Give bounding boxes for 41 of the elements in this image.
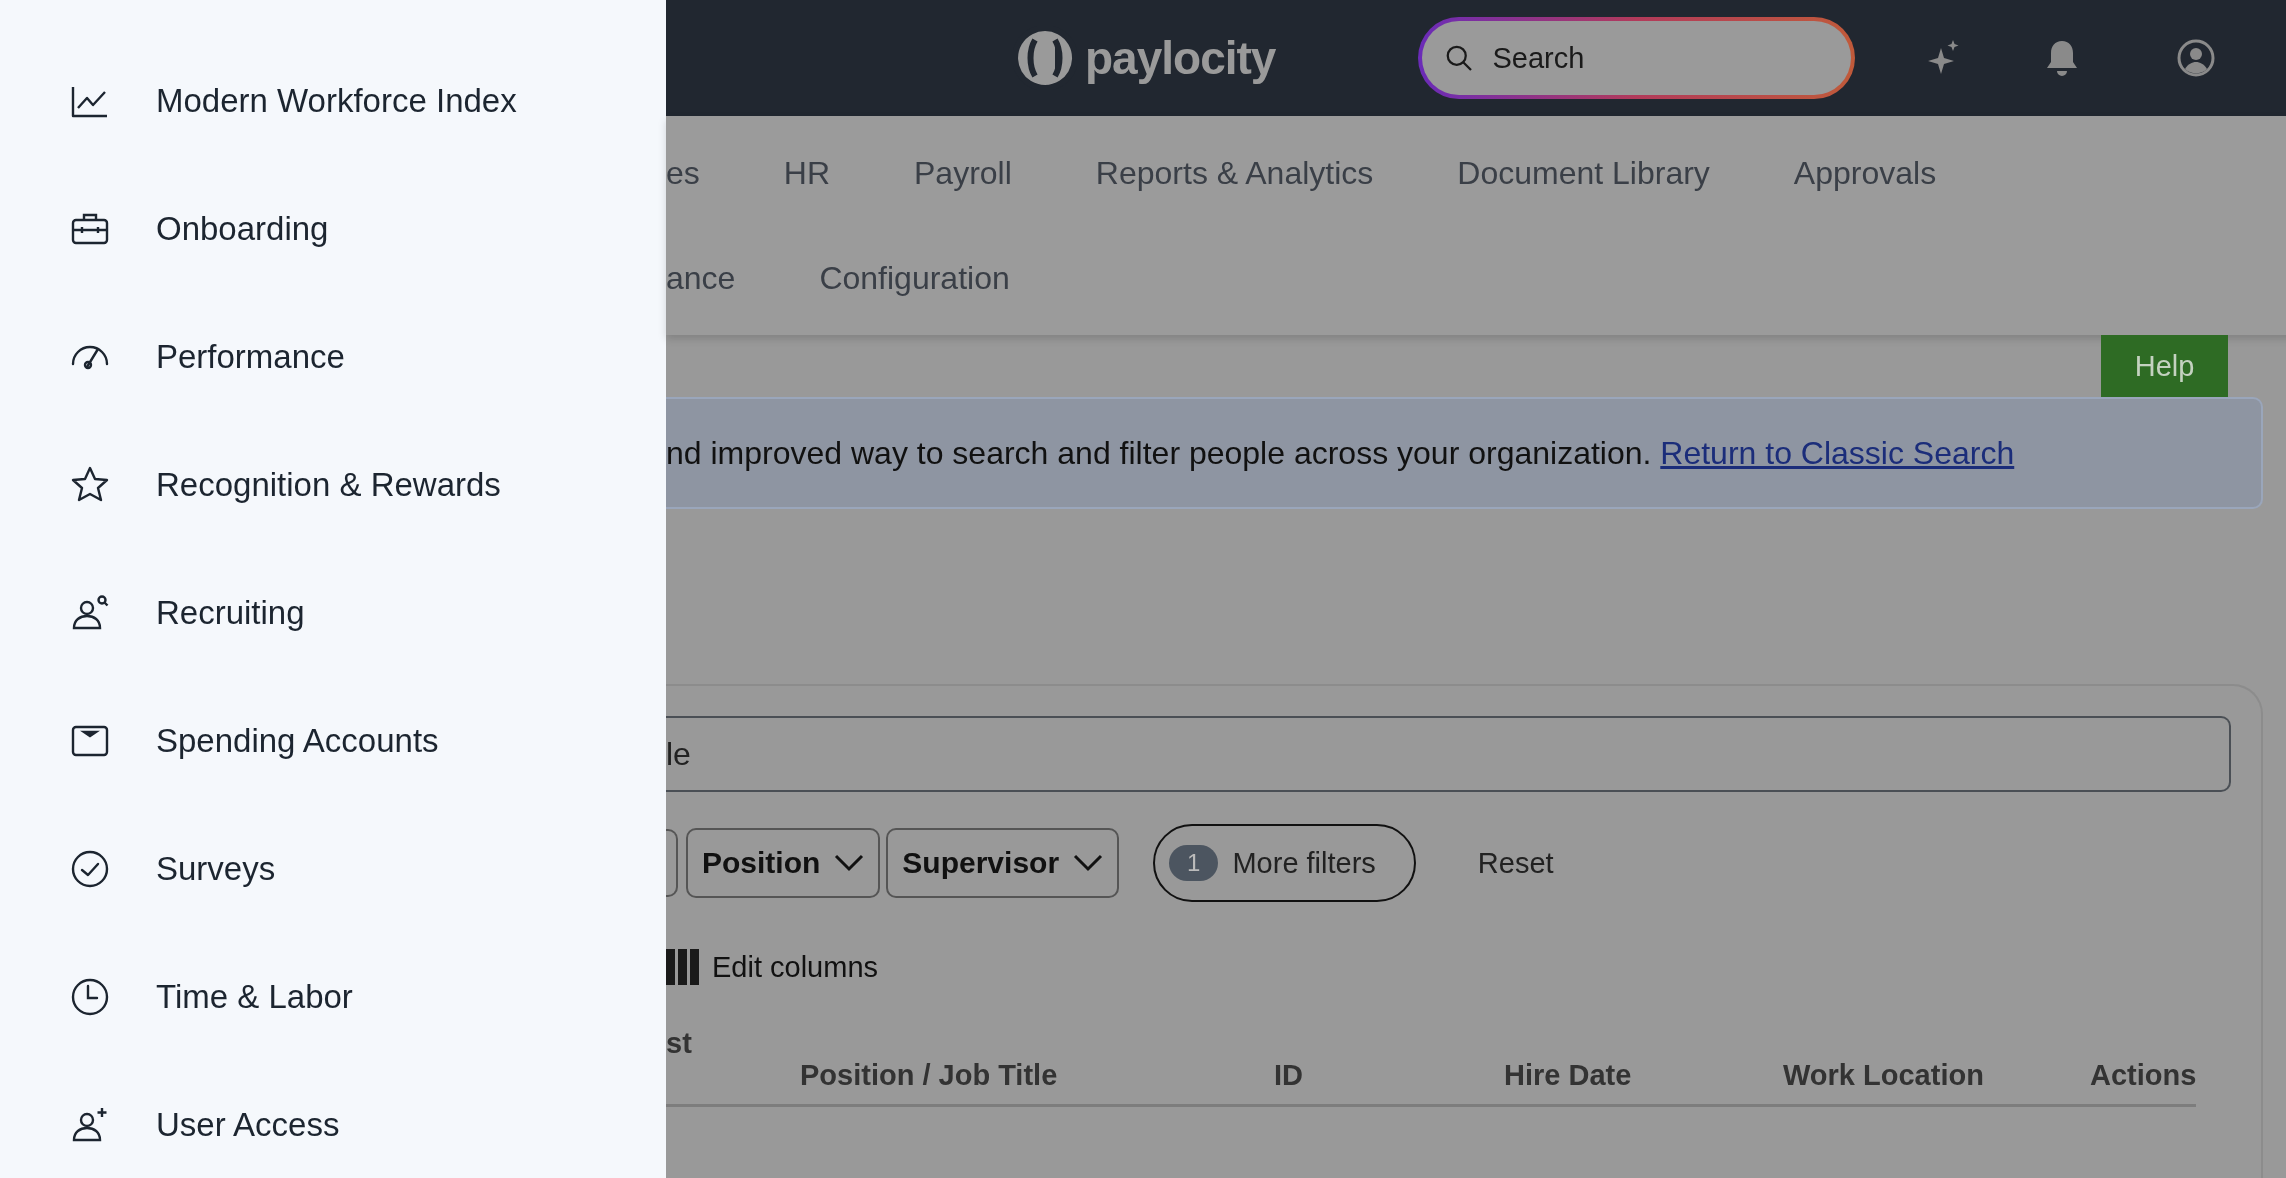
column-header: Position / Job Title	[800, 1059, 1059, 1092]
column-header: Actions	[2090, 1059, 2197, 1092]
menu-item[interactable]: Time & Labor	[0, 933, 666, 1061]
nav-tab[interactable]: Reports & Analytics	[1095, 154, 1374, 192]
nav-tab[interactable]: es	[666, 154, 700, 192]
nav-tab[interactable]: Approvals	[1793, 154, 1937, 192]
logo-text: paylocity	[1085, 31, 1276, 85]
menu-item[interactable]: Modern Workforce Index	[0, 37, 666, 165]
nav-tab[interactable]: Configuration	[819, 259, 1010, 297]
search-input[interactable]: le	[666, 716, 2232, 792]
nav-tab[interactable]: ance	[666, 259, 736, 297]
menu-item[interactable]: Onboarding	[0, 165, 666, 293]
search-field[interactable]: Search	[1422, 21, 1852, 95]
menu-item[interactable]: User Access	[0, 1061, 666, 1178]
help-button[interactable]: Help	[2100, 335, 2229, 397]
column-header: Work Location	[1783, 1059, 1985, 1092]
menu-item[interactable]: Performance	[0, 293, 666, 421]
column-header: st	[666, 1027, 693, 1060]
clock-icon	[70, 977, 110, 1017]
column-header: Hire Date	[1504, 1059, 1633, 1092]
check-circle-icon	[70, 849, 110, 889]
columns-icon	[666, 949, 700, 985]
edit-columns-button[interactable]: Edit columns	[666, 949, 878, 985]
count-badge: 1	[1169, 845, 1219, 881]
avatar-icon[interactable]	[2176, 38, 2217, 78]
banner-text: nd improved way to search and filter people across your organization. Return to Classic Search	[666, 434, 2015, 472]
nav-tab[interactable]: Payroll	[914, 154, 1012, 192]
menu-item[interactable]: Surveys	[0, 805, 666, 933]
chevron-down-icon	[1073, 853, 1104, 873]
classic-search-link[interactable]: Return to Classic Search	[1660, 434, 2015, 471]
nav-tab[interactable]: Document Library	[1457, 154, 1710, 192]
reset-button[interactable]: Reset	[1471, 845, 1560, 881]
more-filters-button[interactable]: 1 More filters	[1153, 824, 1416, 902]
filter-dropdown[interactable]: Position	[686, 828, 881, 898]
menu-item[interactable]: Recognition & Rewards	[0, 421, 666, 549]
chevron-down-icon	[834, 853, 865, 873]
menu-item[interactable]: Spending Accounts	[0, 677, 666, 805]
filter-dropdown[interactable]: Supervisor	[886, 828, 1120, 898]
column-header: ID	[1274, 1059, 1304, 1092]
menu-item[interactable]: Recruiting	[0, 549, 666, 677]
nav-tab[interactable]: HR	[783, 154, 830, 192]
